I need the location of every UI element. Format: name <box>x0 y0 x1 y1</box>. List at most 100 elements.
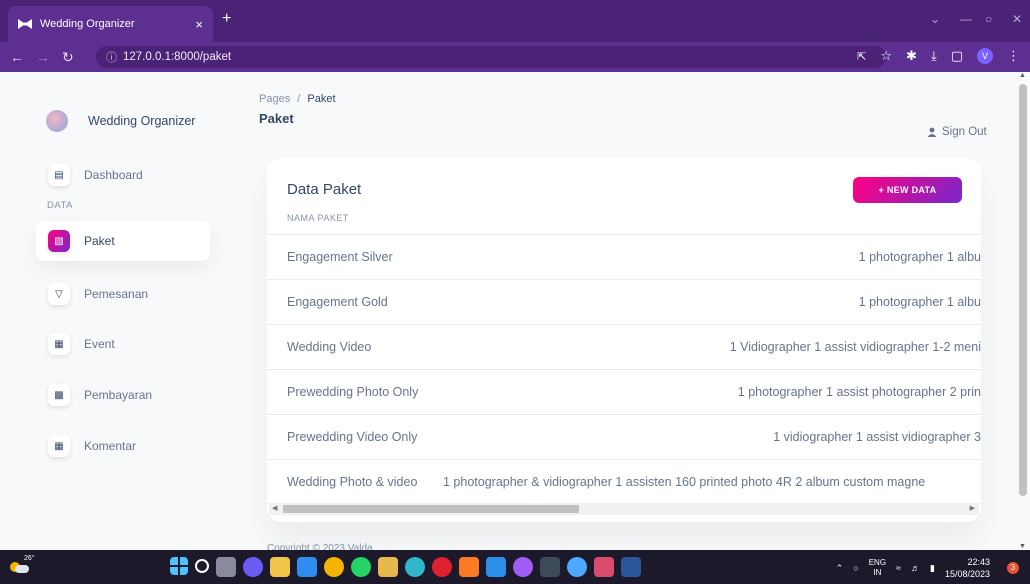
paket-name: Wedding Photo & video <box>287 475 418 489</box>
reload-icon[interactable]: ↻ <box>62 49 74 66</box>
brand-logo <box>46 110 68 132</box>
whatsapp-icon[interactable] <box>351 557 371 577</box>
sidebar-item-event[interactable]: ▦ Event <box>36 324 210 364</box>
new-data-button[interactable]: + NEW DATA <box>853 177 962 203</box>
sign-out-label: Sign Out <box>942 126 987 138</box>
scrollbar-thumb[interactable] <box>1019 84 1027 496</box>
paket-name: Wedding Video <box>287 340 372 354</box>
clock-time: 22:43 <box>967 557 990 567</box>
scroll-right-icon[interactable]: ▶ <box>970 504 975 512</box>
breadcrumb-root[interactable]: Pages <box>259 93 290 105</box>
sidebar-item-label: Event <box>84 337 115 351</box>
opera-icon[interactable] <box>432 557 452 577</box>
window-restore-icon[interactable]: — <box>960 12 972 26</box>
brand-name: Wedding Organizer <box>88 114 196 128</box>
window-minimize-icon[interactable]: ⌄ <box>930 12 940 26</box>
tab-title: Wedding Organizer <box>40 18 135 30</box>
app-red-icon[interactable] <box>594 557 614 577</box>
back-icon[interactable]: ← <box>10 49 24 65</box>
chrome-icon[interactable] <box>324 557 344 577</box>
word-icon[interactable] <box>621 557 641 577</box>
user-icon <box>927 127 937 137</box>
extensions-icon[interactable]: ✱ <box>906 48 917 64</box>
window-close-icon[interactable]: ✕ <box>1012 12 1022 26</box>
clock[interactable]: 22:43 15/08/2023 <box>945 556 990 580</box>
paket-description: 1 photographer 1 assist photographer 2 p… <box>737 385 981 399</box>
sidebar-item-label: Paket <box>84 234 115 248</box>
address-bar[interactable]: ⓘ 127.0.0.1:8000/paket <box>96 46 886 68</box>
search-icon[interactable] <box>195 559 209 573</box>
app-colorful-icon[interactable] <box>513 557 533 577</box>
weather-widget[interactable]: 26° <box>10 555 35 576</box>
sidebar-brand[interactable]: Wedding Organizer <box>46 110 195 132</box>
breadcrumb: Pages / Paket <box>259 93 336 105</box>
table-row[interactable]: Engagement Silver 1 photographer 1 albu <box>267 234 981 279</box>
site-info-icon[interactable]: ⓘ <box>106 49 117 65</box>
table-row[interactable]: Engagement Gold 1 photographer 1 albu <box>267 279 981 324</box>
system-tray: ⌃ ○ ENG IN ≈ ♬ ▮ 22:43 15/08/2023 <box>836 556 990 580</box>
language-indicator[interactable]: ENG IN <box>869 558 886 578</box>
battery-icon[interactable]: ▮ <box>930 563 935 574</box>
language-code: ENG <box>868 558 887 567</box>
scroll-down-icon[interactable]: ▼ <box>1019 543 1026 550</box>
app-l-icon[interactable] <box>297 557 317 577</box>
paket-name: Prewedding Video Only <box>287 430 418 444</box>
terminal-icon[interactable] <box>540 557 560 577</box>
scroll-up-icon[interactable]: ▲ <box>1019 72 1026 79</box>
table-horizontal-scrollbar[interactable]: ◀ ▶ <box>269 503 979 515</box>
forward-icon[interactable]: → <box>36 49 50 65</box>
notification-badge[interactable]: 3 <box>1007 562 1019 574</box>
sidebar-item-paket[interactable]: ▧ Paket <box>36 221 210 261</box>
paket-description: 1 photographer & vidiographer 1 assisten… <box>443 475 926 489</box>
chat-icon[interactable] <box>243 557 263 577</box>
profile-avatar[interactable]: V <box>977 48 993 64</box>
paket-description: 1 photographer 1 albu <box>858 250 981 264</box>
browser-menu-icon[interactable]: ⋮ <box>1007 48 1020 64</box>
app-blue-icon[interactable] <box>567 557 587 577</box>
tray-app-icon[interactable]: ○ <box>853 563 858 573</box>
breadcrumb-current: Paket <box>307 93 336 105</box>
table-row[interactable]: Prewedding Video Only 1 vidiographer 1 a… <box>267 414 981 459</box>
folder-icon[interactable] <box>378 557 398 577</box>
window-maximize-icon[interactable]: ○ <box>985 12 992 26</box>
sidebar-item-label: Komentar <box>84 439 137 453</box>
page-vertical-scrollbar[interactable]: ▲ ▼ <box>1016 72 1030 550</box>
file-explorer-icon[interactable] <box>270 557 290 577</box>
clock-date: 15/08/2023 <box>944 569 990 579</box>
table-row[interactable]: Prewedding Photo Only 1 photographer 1 a… <box>267 369 981 414</box>
scroll-left-icon[interactable]: ◀ <box>272 504 277 512</box>
paket-description: 1 photographer 1 albu <box>858 295 981 309</box>
xampp-icon[interactable] <box>459 557 479 577</box>
bookmark-star-icon[interactable]: ☆ <box>880 48 892 64</box>
wifi-icon[interactable]: ≈ <box>896 563 901 573</box>
sidebar-item-komentar[interactable]: ▦ Komentar <box>36 426 210 466</box>
scrollbar-thumb[interactable] <box>283 505 579 513</box>
download-icon[interactable]: ⤓ <box>931 48 937 64</box>
volume-icon[interactable]: ♬ <box>911 563 920 573</box>
calendar-icon: ▦ <box>48 435 70 457</box>
tray-chevron-icon[interactable]: ⌃ <box>836 563 844 574</box>
windows-start-icon[interactable] <box>170 557 188 575</box>
cart-icon: ▽ <box>48 283 70 305</box>
sidepanel-icon[interactable]: ▢ <box>951 48 963 64</box>
new-tab-button[interactable]: + <box>222 10 231 28</box>
paket-description: 1 Vidiographer 1 assist vidiographer 1-2… <box>729 340 981 354</box>
sidebar-item-pembayaran[interactable]: ▩ Pembayaran <box>36 375 210 415</box>
browser-toolbar: ← → ↻ ⓘ 127.0.0.1:8000/paket ⇱ ☆ ✱ ⤓ ▢ V… <box>0 42 1030 72</box>
edge-icon[interactable] <box>405 557 425 577</box>
weather-temperature: 26° <box>24 555 35 562</box>
tab-close-icon[interactable]: × <box>195 17 203 32</box>
vscode-icon[interactable] <box>486 557 506 577</box>
browser-titlebar: Wedding Organizer × + ⌄ — ○ ✕ <box>0 0 1030 42</box>
share-icon[interactable]: ⇱ <box>857 50 866 63</box>
sidebar-item-dashboard[interactable]: ▤ Dashboard <box>36 155 210 195</box>
task-view-icon[interactable] <box>216 557 236 577</box>
paket-description: 1 vidiographer 1 assist vidiographer 3 <box>773 430 981 444</box>
table-row[interactable]: Wedding Photo & video 1 photographer & v… <box>267 459 981 504</box>
sidebar-item-pemesanan[interactable]: ▽ Pemesanan <box>36 274 210 314</box>
money-icon: ▩ <box>48 384 70 406</box>
cloud-icon <box>15 565 29 573</box>
sign-out-link[interactable]: Sign Out <box>927 126 987 138</box>
browser-tab[interactable]: Wedding Organizer × <box>8 6 213 42</box>
table-row[interactable]: Wedding Video 1 Vidiographer 1 assist vi… <box>267 324 981 369</box>
